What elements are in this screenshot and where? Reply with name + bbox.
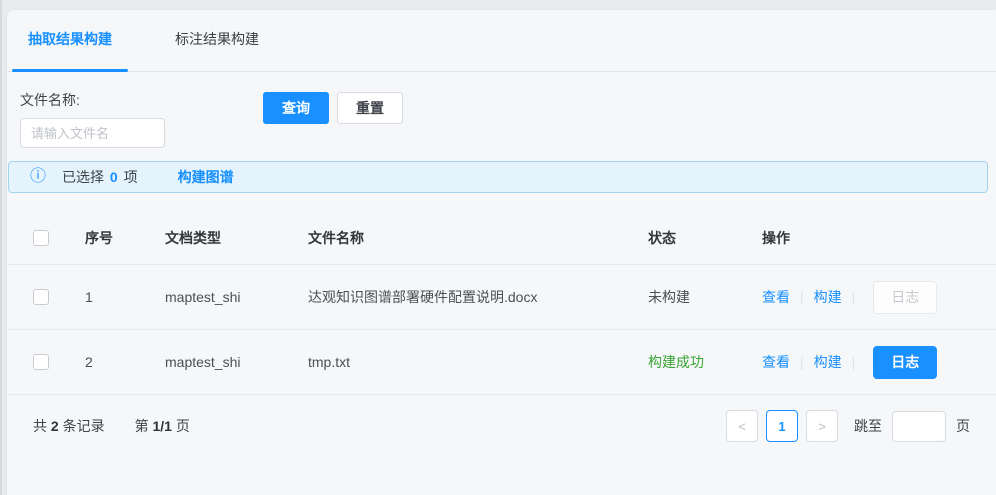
view-link[interactable]: 查看 — [762, 352, 790, 372]
chevron-left-icon: < — [738, 419, 746, 434]
info-circle-icon: ⓘ — [30, 169, 46, 185]
selected-count: 0 — [108, 169, 120, 185]
table-footer: 共 2 条记录 第 1/1 页 < 1 > 跳至 页 — [7, 395, 996, 457]
pagination: < 1 > 跳至 页 — [726, 410, 970, 442]
jump-unit-label: 页 — [956, 416, 970, 436]
main-card: 抽取结果构建 标注结果构建 文件名称: 查询 重置 ⓘ 已选择 0 项 构建图谱… — [7, 10, 996, 495]
search-button[interactable]: 查询 — [263, 92, 329, 124]
reset-button[interactable]: 重置 — [337, 92, 403, 124]
row-doc-type: maptest_shi — [165, 289, 308, 305]
jump-to-label: 跳至 — [854, 416, 882, 436]
next-page-button[interactable]: > — [806, 410, 838, 442]
row-status: 构建成功 — [648, 352, 762, 372]
files-table: 序号 文档类型 文件名称 状态 操作 1 maptest_shi 达观知识图谱部… — [7, 212, 996, 395]
action-divider: | — [852, 289, 856, 305]
row-file-name: 达观知识图谱部署硬件配置说明.docx — [308, 287, 648, 307]
selected-suffix: 项 — [124, 169, 138, 185]
table-row: 2 maptest_shi tmp.txt 构建成功 查看 | 构建 | 日志 — [7, 330, 996, 395]
header-file-name: 文件名称 — [308, 228, 648, 248]
log-button[interactable]: 日志 — [873, 346, 937, 379]
selected-count-text: 已选择 0 项 — [62, 167, 138, 187]
page-info: 第 1/1 页 — [135, 416, 190, 436]
row-status: 未构建 — [648, 287, 762, 307]
tab-extraction-result-build[interactable]: 抽取结果构建 — [12, 10, 128, 72]
tab-bar: 抽取结果构建 标注结果构建 — [7, 10, 996, 72]
row-checkbox[interactable] — [33, 289, 49, 305]
total-suffix: 条记录 — [63, 418, 105, 434]
page-current-of-total: 1/1 — [152, 418, 171, 434]
header-index: 序号 — [85, 228, 165, 248]
row-index: 2 — [85, 354, 165, 370]
action-divider: | — [800, 354, 804, 370]
selected-prefix: 已选择 — [62, 169, 104, 185]
tab-annotation-result-build[interactable]: 标注结果构建 — [159, 10, 275, 72]
page-suffix: 页 — [176, 418, 190, 434]
page-prefix: 第 — [135, 418, 149, 434]
chevron-right-icon: > — [818, 419, 826, 434]
log-button-disabled: 日志 — [873, 281, 937, 314]
filename-label: 文件名称: — [20, 90, 165, 110]
build-link[interactable]: 构建 — [814, 287, 842, 307]
table-header-row: 序号 文档类型 文件名称 状态 操作 — [7, 212, 996, 265]
total-count: 2 — [51, 418, 59, 434]
selection-info-bar: ⓘ 已选择 0 项 构建图谱 — [8, 161, 988, 193]
action-divider: | — [852, 354, 856, 370]
view-link[interactable]: 查看 — [762, 287, 790, 307]
filter-row: 文件名称: 查询 重置 — [20, 90, 996, 148]
row-checkbox[interactable] — [33, 354, 49, 370]
total-prefix: 共 — [33, 418, 47, 434]
build-link[interactable]: 构建 — [814, 352, 842, 372]
row-index: 1 — [85, 289, 165, 305]
header-doc-type: 文档类型 — [165, 228, 308, 248]
select-all-checkbox[interactable] — [33, 230, 49, 246]
action-divider: | — [800, 289, 804, 305]
jump-page-input[interactable] — [892, 411, 946, 442]
page-1-button[interactable]: 1 — [766, 410, 798, 442]
filename-input[interactable] — [20, 118, 165, 148]
filename-filter-field: 文件名称: — [20, 90, 165, 148]
row-file-name: tmp.txt — [308, 354, 648, 370]
row-doc-type: maptest_shi — [165, 354, 308, 370]
table-row: 1 maptest_shi 达观知识图谱部署硬件配置说明.docx 未构建 查看… — [7, 265, 996, 330]
header-status: 状态 — [648, 228, 762, 248]
prev-page-button[interactable]: < — [726, 410, 758, 442]
record-total: 共 2 条记录 — [33, 416, 105, 436]
build-graph-link[interactable]: 构建图谱 — [178, 167, 234, 187]
header-actions: 操作 — [762, 228, 996, 248]
filter-buttons: 查询 重置 — [263, 92, 403, 124]
